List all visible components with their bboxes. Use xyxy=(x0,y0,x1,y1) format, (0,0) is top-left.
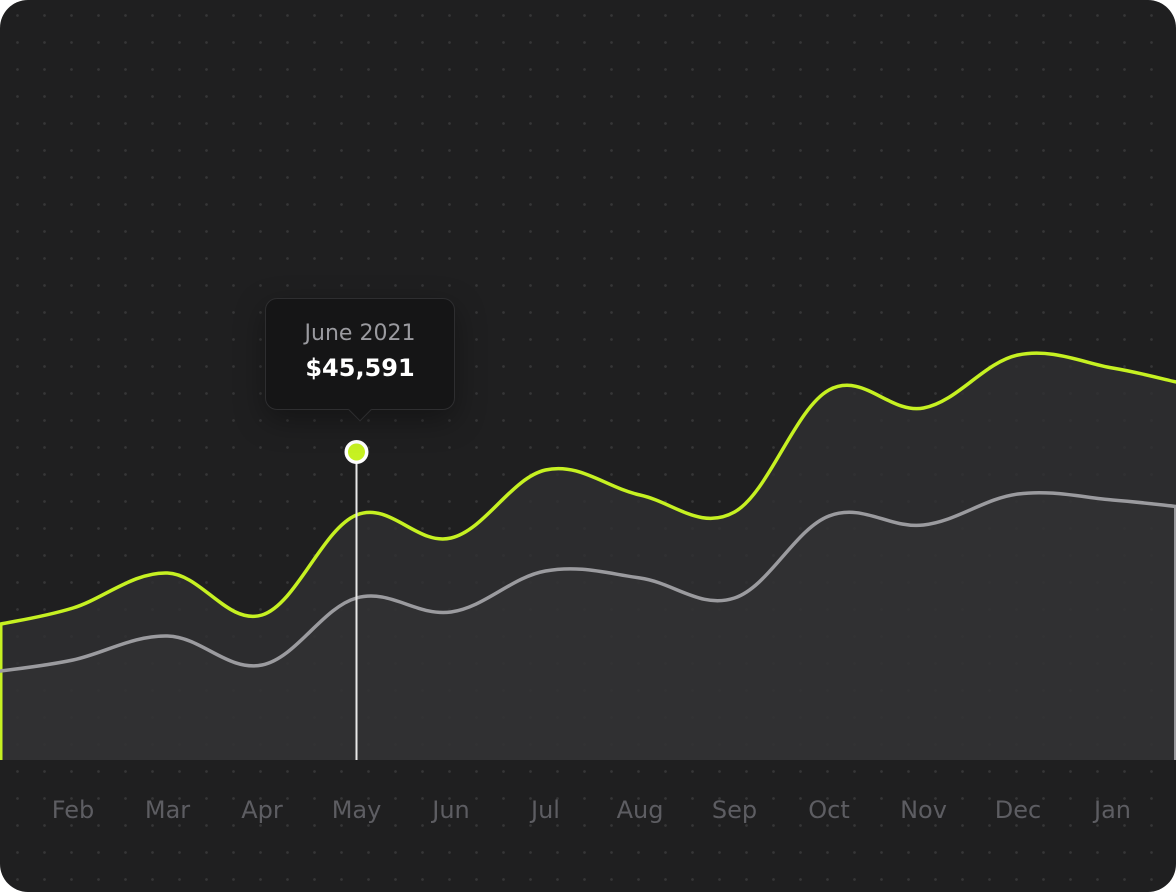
tooltip-value: $45,591 xyxy=(305,354,415,382)
x-tick-label-jul: Jul xyxy=(531,796,560,824)
chart-plot-area xyxy=(0,351,1176,760)
x-tick-label-oct: Oct xyxy=(808,796,850,824)
x-tick-label-feb: Feb xyxy=(51,796,95,824)
tooltip-date: June 2021 xyxy=(304,321,416,346)
chart-card: June 2021 $45,591 Feb Mar Apr May Jun Jul Aug S… xyxy=(0,0,1176,892)
value-tooltip: June 2021 $45,591 xyxy=(265,298,455,410)
x-tick-label-jun: Jun xyxy=(432,796,470,824)
x-tick-label-dec: Dec xyxy=(994,796,1042,824)
highlight-marker-dot xyxy=(348,443,365,461)
x-tick-label-mar: Mar xyxy=(144,796,191,824)
x-tick-label-apr: Apr xyxy=(241,796,283,824)
x-tick-label-aug: Aug xyxy=(616,796,664,824)
x-tick-label-jan: Jan xyxy=(1094,796,1131,824)
x-axis: Feb Mar Apr May Jun Jul Aug Sep Oct Nov Dec Jan xyxy=(0,760,1176,892)
x-tick-label-sep: Sep xyxy=(711,796,758,824)
x-tick-label-nov: Nov xyxy=(900,796,947,824)
x-tick-label-may: May xyxy=(331,796,382,824)
